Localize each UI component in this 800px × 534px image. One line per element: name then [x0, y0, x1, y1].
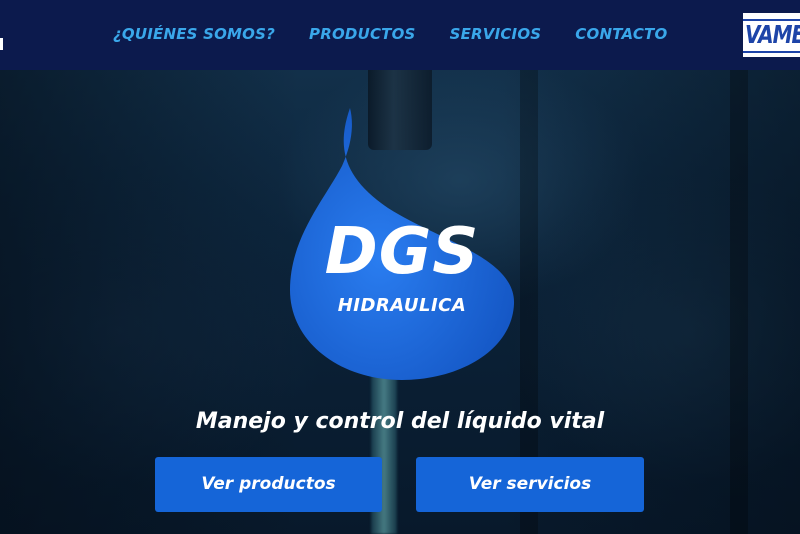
view-services-button[interactable]: Ver servicios — [416, 457, 644, 512]
hero-tagline: Manejo y control del líquido vital — [195, 409, 605, 434]
top-navigation-bar: ¿QUIÉNES SOMOS? PRODUCTOS SERVICIOS CONT… — [0, 0, 800, 70]
nav-item-servicios[interactable]: SERVICIOS — [450, 22, 542, 46]
logo-title: DGS — [324, 215, 480, 289]
nav-item-quienes-somos[interactable]: ¿QUIÉNES SOMOS? — [113, 22, 275, 46]
nav-edge-mark — [0, 38, 3, 50]
page: ¿QUIÉNES SOMOS? PRODUCTOS SERVICIOS CONT… — [0, 0, 800, 534]
logo-subtitle: HIDRAULICA — [337, 295, 467, 316]
main-menu: ¿QUIÉNES SOMOS? PRODUCTOS SERVICIOS CONT… — [113, 22, 701, 46]
vamex-logo-text: VAMEX — [745, 19, 800, 49]
view-products-button[interactable]: Ver productos — [155, 457, 382, 512]
nav-item-productos[interactable]: PRODUCTOS — [309, 22, 416, 46]
vamex-logo[interactable]: VAMEX — [743, 13, 800, 57]
nav-item-contacto[interactable]: CONTACTO — [575, 22, 667, 46]
